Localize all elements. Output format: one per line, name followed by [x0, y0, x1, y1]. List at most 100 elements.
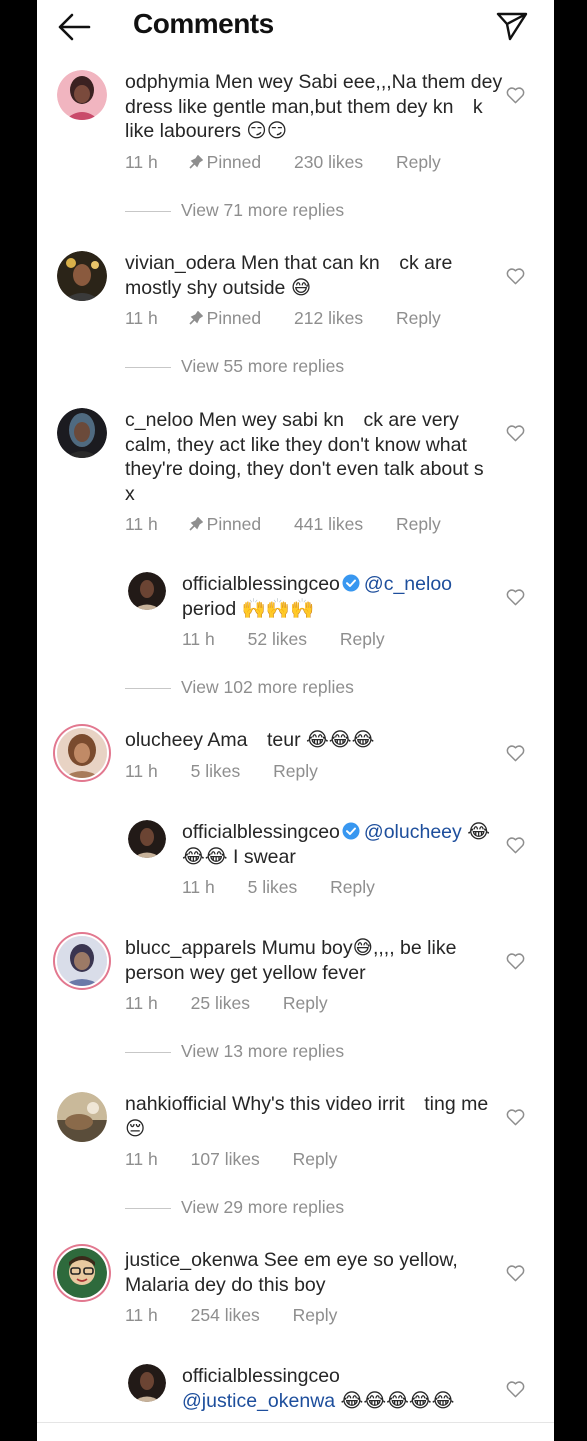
heart-outline-icon[interactable] — [506, 1264, 525, 1282]
avatar[interactable] — [57, 70, 107, 120]
reply-button[interactable]: Reply — [396, 152, 441, 173]
comment-meta: 11 h 254 likes Reply — [125, 1305, 337, 1326]
comment-username[interactable]: odphymia — [125, 71, 210, 93]
reply-button[interactable]: Reply — [293, 1149, 338, 1170]
pinned-label: Pinned — [189, 308, 261, 329]
comment-time: 11 h — [125, 1149, 158, 1169]
comment-username[interactable]: vivian_odera — [125, 252, 236, 274]
comment-time: 11 h — [125, 761, 158, 781]
comment-username[interactable]: blucc_apparels — [125, 937, 256, 959]
comment-text: blucc_apparels Mumu boy😅,,,, be like per… — [125, 936, 505, 985]
comment-username[interactable]: officialblessingceo — [182, 821, 340, 843]
reply-button[interactable]: Reply — [396, 308, 441, 329]
reply-button[interactable]: Reply — [330, 877, 375, 898]
comment-body: period 🙌🙌🙌 — [182, 597, 315, 620]
page-title: Comments — [133, 8, 274, 39]
avatar[interactable] — [57, 408, 107, 458]
verified-badge-icon — [342, 574, 360, 592]
share-button[interactable] — [496, 10, 528, 42]
comment-time: 11 h — [182, 629, 215, 649]
pinned-label: Pinned — [189, 152, 261, 173]
heart-outline-icon[interactable] — [506, 744, 525, 762]
mention-link[interactable]: @justice_okenwa — [182, 1390, 335, 1412]
comment-meta: 11 h Pinned 212 likes Reply — [125, 308, 441, 329]
likes-count[interactable]: 5 likes — [191, 761, 241, 782]
verified-badge-icon — [342, 822, 360, 840]
heart-outline-icon[interactable] — [506, 1380, 525, 1398]
back-button[interactable] — [57, 12, 91, 42]
reply-button[interactable]: Reply — [293, 1305, 338, 1326]
pin-icon — [189, 155, 203, 169]
view-more-replies[interactable]: View 71 more replies — [125, 200, 344, 224]
avatar[interactable] — [57, 251, 107, 301]
comment-text: officialblessingceo @olucheey 😂😂😂 I swear — [182, 820, 502, 869]
heart-outline-icon[interactable] — [506, 836, 525, 854]
comment-text: vivian_odera Men that can kn ck are most… — [125, 251, 505, 300]
paper-plane-icon — [496, 12, 528, 41]
view-more-replies[interactable]: View 29 more replies — [125, 1197, 344, 1221]
comment-meta: 11 h 5 likes Reply — [182, 877, 375, 898]
pinned-label: Pinned — [189, 514, 261, 535]
mention-link[interactable]: @c_neloo — [364, 573, 452, 595]
comment-time: 11 h — [125, 514, 158, 534]
likes-count[interactable]: 212 likes — [294, 308, 363, 329]
comment-text: officialblessingceo @c_neloo period 🙌🙌🙌 — [182, 572, 502, 621]
comment-meta: 11 h Pinned 441 likes Reply — [125, 514, 441, 535]
comment-time: 11 h — [125, 152, 158, 172]
comment-username[interactable]: officialblessingceo — [182, 573, 340, 595]
comment-meta: 11 h 52 likes Reply — [182, 629, 385, 650]
comment-time: 11 h — [125, 993, 158, 1013]
header: Comments — [37, 0, 554, 52]
comment-text: nahkiofficial Why's this video irrit tin… — [125, 1092, 505, 1141]
comment-text: officialblessingceo @justice_okenwa 😂😂😂😂… — [182, 1364, 502, 1413]
comment-username[interactable]: officialblessingceo — [182, 1365, 340, 1387]
view-more-replies[interactable]: View 102 more replies — [125, 677, 354, 701]
heart-outline-icon[interactable] — [506, 952, 525, 970]
comment-meta: 11 h Pinned 230 likes Reply — [125, 152, 441, 173]
heart-outline-icon[interactable] — [506, 1108, 525, 1126]
comment-meta: 11 h 5 likes Reply — [125, 761, 318, 782]
comment-username[interactable]: nahkiofficial — [125, 1093, 227, 1115]
mention-link[interactable]: @olucheey — [364, 821, 462, 843]
comment-meta: 11 h 107 likes Reply — [125, 1149, 337, 1170]
heart-outline-icon[interactable] — [506, 424, 525, 442]
likes-count[interactable]: 107 likes — [191, 1149, 260, 1170]
comment-username[interactable]: olucheey — [125, 729, 203, 751]
likes-count[interactable]: 230 likes — [294, 152, 363, 173]
comment-time: 11 h — [125, 308, 158, 328]
divider — [125, 1051, 171, 1053]
likes-count[interactable]: 254 likes — [191, 1305, 260, 1326]
view-more-replies[interactable]: View 13 more replies — [125, 1041, 344, 1065]
likes-count[interactable]: 441 likes — [294, 514, 363, 535]
comment-username[interactable]: c_neloo — [125, 409, 193, 431]
comment-meta: 11 h 25 likes Reply — [125, 993, 328, 1014]
view-more-replies[interactable]: View 55 more replies — [125, 356, 344, 380]
reply-button[interactable]: Reply — [283, 993, 328, 1014]
comment-text: c_neloo Men wey sabi kn ck are very calm… — [125, 408, 505, 506]
likes-count[interactable]: 5 likes — [248, 877, 298, 898]
comments-screen: Comments odphymia Men wey Sabi eee,,,Na … — [37, 0, 554, 1441]
avatar[interactable] — [57, 728, 107, 778]
comment-body: Ama teur 😂😂😂 — [207, 729, 375, 751]
avatar[interactable] — [128, 1364, 166, 1402]
divider — [125, 210, 171, 212]
reply-button[interactable]: Reply — [273, 761, 318, 782]
comment-time: 11 h — [182, 877, 215, 897]
heart-outline-icon[interactable] — [506, 267, 525, 285]
likes-count[interactable]: 25 likes — [191, 993, 250, 1014]
comment-username[interactable]: justice_okenwa — [125, 1249, 258, 1271]
avatar[interactable] — [57, 1248, 107, 1298]
avatar[interactable] — [128, 572, 166, 610]
likes-count[interactable]: 52 likes — [248, 629, 307, 650]
heart-outline-icon[interactable] — [506, 588, 525, 606]
arrow-left-icon — [58, 13, 91, 41]
pin-icon — [189, 517, 203, 531]
comment-time: 11 h — [125, 1305, 158, 1325]
comment-text: odphymia Men wey Sabi eee,,,Na them dey … — [125, 70, 505, 144]
reply-button[interactable]: Reply — [340, 629, 385, 650]
avatar[interactable] — [128, 820, 166, 858]
reply-button[interactable]: Reply — [396, 514, 441, 535]
avatar[interactable] — [57, 1092, 107, 1142]
heart-outline-icon[interactable] — [506, 86, 525, 104]
avatar[interactable] — [57, 936, 107, 986]
